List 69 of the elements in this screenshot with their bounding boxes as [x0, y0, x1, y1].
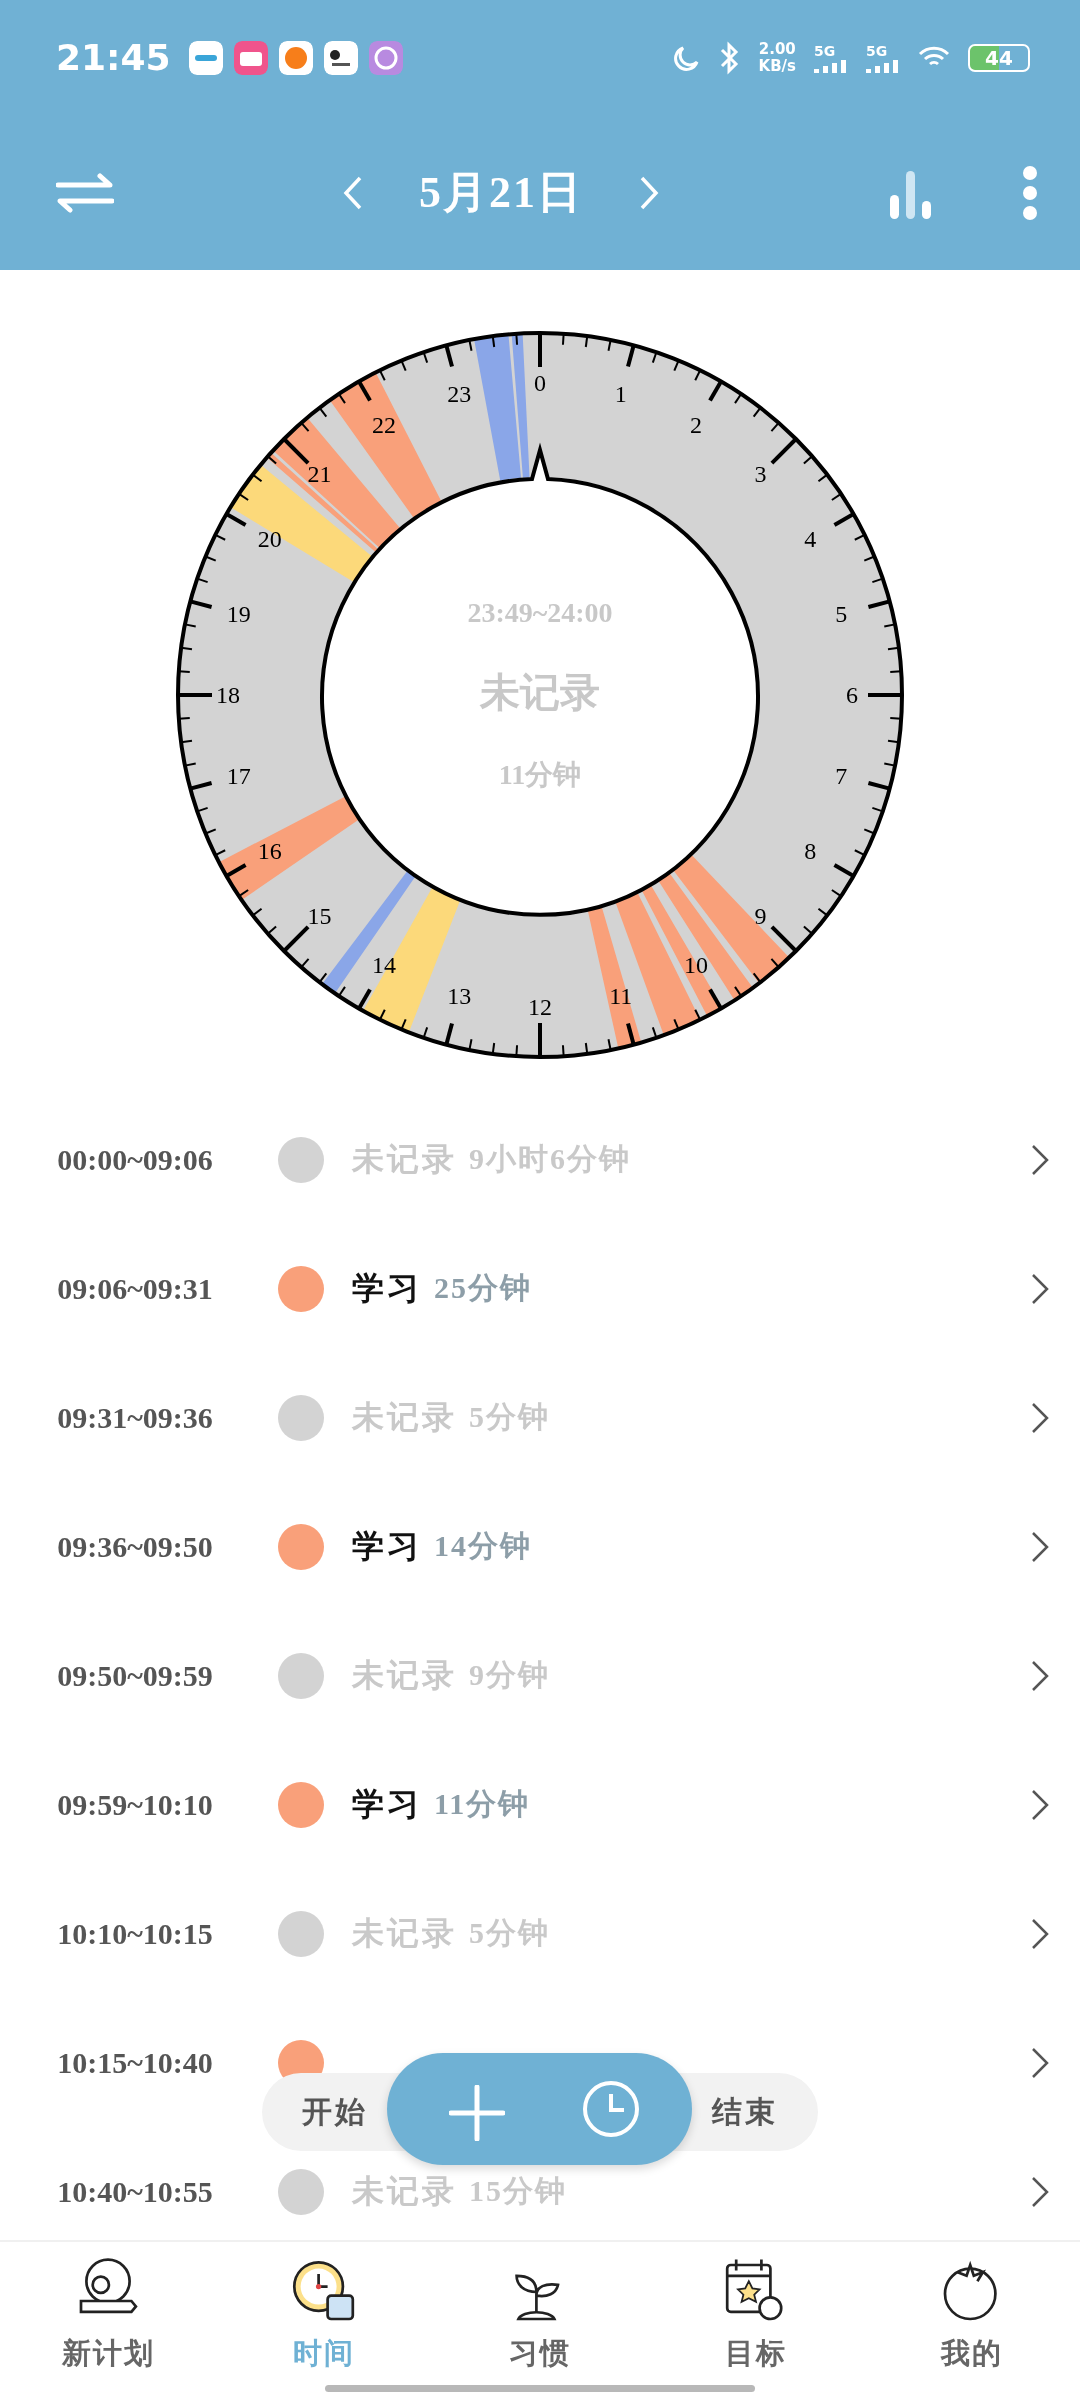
activity-name: 学习	[352, 1268, 422, 1308]
hour-label: 6	[846, 682, 858, 708]
nav-tab[interactable]: 我的	[864, 2242, 1080, 2400]
time-range: 10:15~10:40	[56, 2045, 214, 2080]
app-notification-icon	[278, 40, 313, 75]
network-speed: 2.00	[758, 41, 796, 58]
hour-label: 20	[257, 526, 282, 552]
activity-name: 学习	[352, 1784, 422, 1824]
app-notification-icon	[233, 40, 268, 75]
time-range: 09:06~09:31	[56, 1271, 214, 1306]
time-range: 09:50~09:59	[56, 1658, 214, 1693]
end-button[interactable]: 结束	[712, 2091, 778, 2133]
switch-icon[interactable]	[56, 172, 114, 213]
hour-label: 15	[307, 902, 332, 929]
app-notification-icon	[368, 40, 403, 75]
app-notification-icon	[323, 40, 358, 75]
hour-label: 3	[754, 461, 767, 488]
hour-label: 7	[835, 762, 848, 789]
network-speed-unit: KB/s	[758, 57, 796, 74]
hour-label: 17	[226, 762, 251, 789]
hour-label: 1	[614, 380, 627, 407]
time-range: 10:10~10:15	[56, 1916, 214, 1951]
chevron-right-icon[interactable]	[1030, 2045, 1050, 2080]
time-range: 09:59~10:10	[56, 1787, 214, 1822]
time-range: 09:36~09:50	[56, 1529, 214, 1564]
chevron-right-icon[interactable]	[1030, 1142, 1050, 1177]
chevron-right-icon[interactable]	[1030, 1400, 1050, 1435]
hour-label: 18	[216, 682, 240, 708]
hour-label: 10	[684, 952, 708, 979]
status-time: 21:45	[56, 37, 171, 78]
nav-tab[interactable]: 习惯	[432, 2242, 648, 2400]
signal-icon	[866, 58, 900, 73]
time-range: 09:31~09:36	[56, 1400, 214, 1435]
chevron-right-icon[interactable]	[1030, 1658, 1050, 1693]
chevron-right-icon[interactable]	[1030, 2174, 1050, 2209]
hour-label: 4	[804, 526, 817, 552]
hour-label: 16	[257, 838, 282, 864]
app-notification-icon	[188, 40, 223, 75]
chevron-right-icon[interactable]	[1030, 1916, 1050, 1951]
hour-label: 21	[307, 461, 332, 488]
duration: 11分钟	[434, 1786, 531, 1822]
chevron-right-icon[interactable]	[1030, 1529, 1050, 1564]
hour-label: 8	[804, 838, 817, 864]
hour-label: 14	[372, 952, 396, 979]
chevron-right-icon[interactable]	[1030, 1787, 1050, 1822]
hour-label: 9	[754, 902, 767, 929]
hour-label: 13	[447, 983, 472, 1010]
chevron-right-icon[interactable]	[1030, 1271, 1050, 1306]
network-type: 5G	[866, 42, 889, 59]
duration: 14分钟	[434, 1528, 532, 1564]
battery-indicator: 44	[968, 43, 1030, 72]
hour-label: 19	[226, 601, 251, 628]
start-button[interactable]: 开始	[302, 2091, 368, 2133]
bluetooth-icon	[718, 40, 741, 75]
hour-label: 2	[690, 411, 702, 438]
hour-label: 11	[609, 983, 633, 1010]
time-range: 10:40~10:55	[56, 2174, 214, 2209]
time-range: 00:00~09:06	[56, 1142, 214, 1177]
nav-tab[interactable]: 新计划	[0, 2242, 216, 2400]
hour-label: 12	[528, 994, 552, 1020]
activity-name: 学习	[352, 1526, 422, 1566]
date-title: 5月21日	[419, 167, 583, 219]
network-type: 5G	[814, 42, 837, 59]
signal-icon	[814, 58, 848, 73]
duration: 25分钟	[434, 1270, 532, 1306]
hour-label: 0	[534, 370, 546, 396]
hour-label: 5	[835, 601, 848, 628]
hour-label: 23	[447, 380, 472, 407]
hour-label: 22	[372, 411, 396, 438]
